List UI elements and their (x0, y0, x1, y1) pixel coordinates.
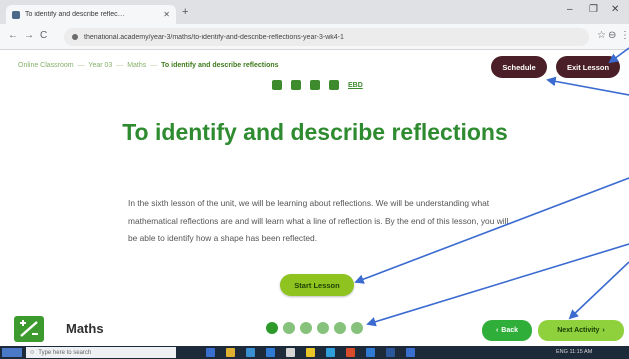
progress-dot[interactable] (317, 322, 329, 334)
lesson-resource-icons: EBD (272, 80, 363, 90)
forward-arrow-icon[interactable]: → (24, 30, 34, 41)
progress-dot[interactable] (266, 322, 278, 334)
windows-start-icon[interactable] (2, 348, 22, 357)
schedule-button[interactable]: Schedule (491, 56, 547, 78)
breadcrumb-separator: — (77, 62, 85, 69)
arrow-to-next-activity (568, 261, 629, 320)
breadcrumb-item-year[interactable]: Year 03 (88, 62, 112, 69)
taskbar-search[interactable]: ○ Type here to search (26, 347, 176, 358)
browser-tab-title: To identify and describe reflec… (25, 11, 125, 18)
new-tab-button[interactable]: + (182, 6, 188, 18)
lesson-intro: In the sixth lesson of the unit, we will… (128, 198, 509, 243)
address-url: thenational.academy/year-3/maths/to-iden… (84, 33, 344, 41)
taskbar-app-icon[interactable] (226, 348, 235, 357)
address-bar[interactable]: thenational.academy/year-3/maths/to-iden… (64, 28, 589, 46)
resource-icon[interactable] (291, 80, 301, 90)
browser-toolbar: ← → C thenational.academy/year-3/maths/t… (0, 24, 629, 50)
progress-dot[interactable] (300, 322, 312, 334)
close-window-button[interactable]: ✕ (611, 4, 619, 15)
taskbar-app-icon[interactable] (386, 348, 395, 357)
taskbar-app-icon[interactable] (406, 348, 415, 357)
taskbar-app-icon[interactable] (206, 348, 215, 357)
maths-subject-icon (14, 316, 44, 342)
annotation-arrows (354, 47, 629, 327)
breadcrumb-current: To identify and describe reflections (161, 62, 279, 69)
breadcrumb-separator: — (116, 62, 124, 69)
progress-dot[interactable] (351, 322, 363, 334)
lesson-progress (266, 322, 363, 334)
resource-icon[interactable] (310, 80, 320, 90)
back-button[interactable]: ‹ Back (482, 320, 532, 341)
arrow-to-schedule (546, 76, 629, 96)
reload-icon[interactable]: C (40, 30, 47, 41)
profile-icon[interactable]: ⊖ (608, 30, 616, 41)
windows-taskbar: ○ Type here to search ENG 11:15 AM (0, 346, 629, 359)
star-icon[interactable]: ☆ (597, 30, 606, 41)
breadcrumb-item-online-classroom[interactable]: Online Classroom (18, 62, 74, 69)
resource-link[interactable]: EBD (348, 82, 363, 89)
taskbar-app-icon[interactable] (306, 348, 315, 357)
taskbar-app-icon[interactable] (366, 348, 375, 357)
breadcrumb-item-subject[interactable]: Maths (127, 62, 146, 69)
taskbar-clock: ENG 11:15 AM (556, 349, 593, 355)
browser-tab[interactable]: To identify and describe reflec… ✕ (6, 5, 176, 24)
taskbar-app-icon[interactable] (326, 348, 335, 357)
next-activity-label: Next Activity (557, 327, 600, 334)
menu-icon[interactable]: ⋮ (620, 30, 629, 41)
lock-icon (72, 34, 78, 40)
browser-tab-favicon (12, 10, 20, 19)
back-arrow-icon[interactable]: ← (8, 30, 18, 41)
taskbar-app-icon[interactable] (266, 348, 275, 357)
maximize-button[interactable]: ❐ (589, 4, 598, 15)
progress-dot[interactable] (334, 322, 346, 334)
back-button-label: Back (501, 327, 519, 334)
next-chevron-icon: › (602, 327, 605, 334)
exit-lesson-button[interactable]: Exit Lesson (556, 56, 620, 78)
taskbar-app-icon[interactable] (286, 348, 295, 357)
minimize-button[interactable]: – (567, 4, 573, 15)
close-tab-icon[interactable]: ✕ (163, 10, 170, 19)
start-lesson-button[interactable]: Start Lesson (280, 274, 354, 296)
lesson-title: To identify and describe reflections (122, 119, 508, 145)
next-activity-button[interactable]: Next Activity › (538, 320, 624, 341)
progress-dot[interactable] (283, 322, 295, 334)
arrow-to-progress-dots (366, 243, 629, 327)
resource-icon[interactable] (329, 80, 339, 90)
breadcrumb: Online Classroom — Year 03 — Maths — To … (18, 62, 279, 69)
browser-tabstrip: To identify and describe reflec… ✕ + – ❐… (0, 0, 629, 24)
subject-name: Maths (66, 321, 104, 336)
taskbar-search-placeholder: Type here to search (38, 349, 92, 356)
taskbar-app-icon[interactable] (246, 348, 255, 357)
breadcrumb-separator: — (150, 62, 158, 69)
taskbar-app-icon[interactable] (346, 348, 355, 357)
search-icon: ○ (30, 349, 35, 356)
resource-icon[interactable] (272, 80, 282, 90)
back-chevron-icon: ‹ (495, 327, 499, 334)
